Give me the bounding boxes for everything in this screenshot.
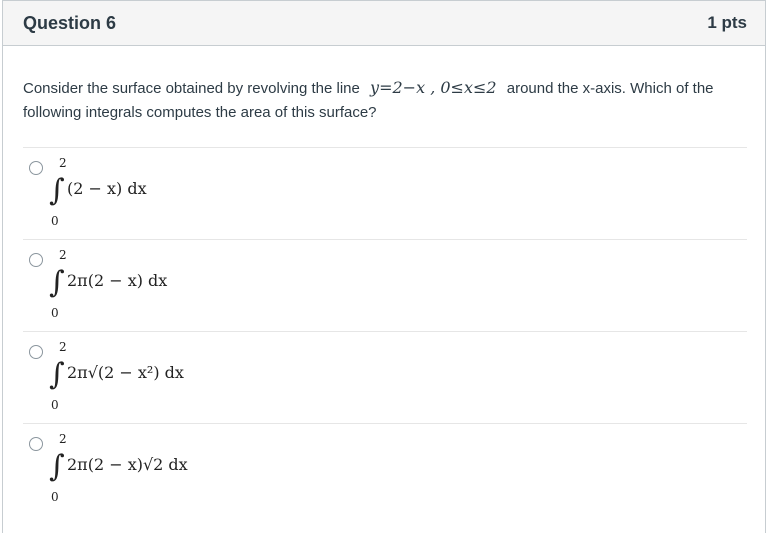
answer-option-3[interactable]: 2 ∫ 0 2π√(2 − x²) dx (23, 331, 747, 423)
lower-limit: 0 (51, 490, 59, 504)
upper-limit: 2 (59, 432, 67, 446)
question-points: 1 pts (707, 13, 747, 32)
prompt-text-before: Consider the surface obtained by revolvi… (23, 80, 360, 97)
question-card: Question 6 1 pts Consider the surface ob… (2, 0, 766, 533)
integral-sign-icon: ∫ (49, 357, 65, 392)
question-prompt: Consider the surface obtained by revolvi… (23, 76, 753, 125)
prompt-math: y=2−x , 0≤x≤2 (370, 78, 497, 97)
upper-limit: 2 (59, 340, 67, 354)
answer-radio-1[interactable] (29, 161, 43, 175)
answer-radio-2[interactable] (29, 253, 43, 267)
answer-option-1[interactable]: 2 ∫ 0 (2 − x) dx (23, 147, 747, 239)
integral-sign-icon: ∫ (49, 173, 65, 208)
integral-sign-icon: ∫ (49, 449, 65, 484)
upper-limit: 2 (59, 156, 67, 170)
lower-limit: 0 (51, 306, 59, 320)
lower-limit: 0 (51, 398, 59, 412)
integrand-3: 2π√(2 − x²) dx (67, 363, 184, 382)
lower-limit: 0 (51, 214, 59, 228)
answer-list: 2 ∫ 0 (2 − x) dx 2 ∫ 0 2π(2 − x) dx 2 ∫ … (23, 147, 747, 515)
integrand-2: 2π(2 − x) dx (67, 271, 168, 290)
upper-limit: 2 (59, 248, 67, 262)
answer-option-2[interactable]: 2 ∫ 0 2π(2 − x) dx (23, 239, 747, 331)
integral-sign-icon: ∫ (49, 265, 65, 300)
integrand-4: 2π(2 − x)√2 dx (67, 455, 188, 474)
integrand-1: (2 − x) dx (67, 179, 147, 198)
question-header: Question 6 1 pts (3, 1, 765, 46)
answer-option-4[interactable]: 2 ∫ 0 2π(2 − x)√2 dx (23, 423, 747, 515)
answer-radio-3[interactable] (29, 345, 43, 359)
question-title: Question 6 (23, 12, 117, 33)
answer-radio-4[interactable] (29, 437, 43, 451)
